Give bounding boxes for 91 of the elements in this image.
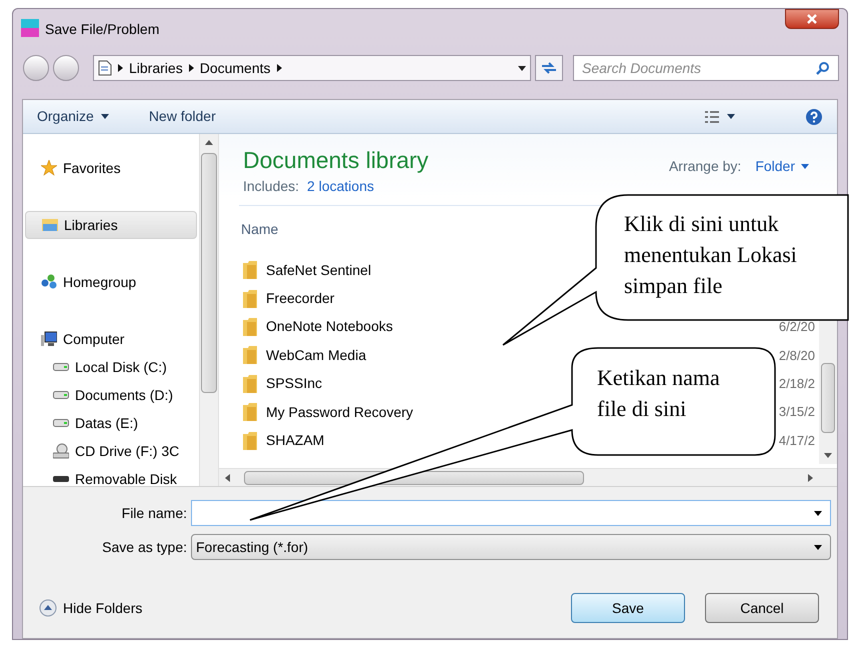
chevron-icon (276, 64, 282, 72)
folder-icon (243, 318, 257, 336)
breadcrumb[interactable]: Documents (200, 58, 271, 78)
dialog-button[interactable]: Cancel (705, 593, 819, 623)
callout-text: Ketikan nama file di sini (597, 364, 721, 423)
nav-item[interactable]: CD Drive (F:) 3C (23, 437, 199, 465)
date-modified: 2/18/2 (778, 375, 815, 393)
caret-icon (801, 164, 809, 169)
list-view-icon (705, 110, 719, 122)
chevron-icon (118, 64, 123, 72)
close-button[interactable] (785, 9, 839, 29)
caret-icon (727, 114, 735, 119)
app-logo-icon (21, 19, 39, 37)
date-modified: 2/8/20 (778, 346, 815, 365)
folder-name[interactable]: WebCam Media (266, 344, 366, 366)
library-title: Documents library (243, 146, 430, 174)
nav-scrollbar[interactable] (199, 134, 219, 486)
folder-icon (243, 374, 257, 393)
drive-icon (53, 419, 69, 427)
chevron-icon (188, 64, 194, 72)
toolbar-button[interactable]: New folder (148, 106, 216, 127)
search-field[interactable]: Search Documents (573, 55, 839, 81)
refresh-icon (541, 61, 557, 75)
toolbar-button[interactable]: Organize (37, 106, 109, 127)
file-name-field[interactable] (191, 500, 831, 526)
folder-name[interactable]: SHAZAM (266, 430, 324, 452)
folder-icon (243, 346, 257, 364)
scroll-right-icon[interactable] (808, 474, 813, 482)
disc-drive-icon (53, 443, 69, 459)
folder-icon (42, 217, 58, 233)
dropdown-value: Forecasting (*.for) (196, 538, 310, 557)
arrange-by-label: Arrange by: (668, 157, 742, 176)
folder-name[interactable]: SPSSInc (266, 373, 322, 394)
view-options-button[interactable] (705, 110, 735, 122)
search-input: Search Documents (582, 58, 816, 78)
folder-icon (243, 432, 257, 450)
folder-icon (243, 261, 257, 280)
caret-icon (814, 510, 822, 516)
collapse-icon (39, 599, 57, 617)
column-header[interactable]: Name (241, 221, 278, 237)
close-icon (807, 14, 817, 24)
folder-icon (243, 290, 257, 308)
caret-icon (100, 114, 109, 119)
forward-button[interactable] (53, 55, 79, 81)
dropdown-arrow-icon[interactable] (518, 66, 526, 70)
search-icon (816, 61, 830, 75)
includes-label: Includes: (243, 177, 300, 196)
address-field[interactable]: Libraries Documents (93, 55, 531, 81)
nav-item[interactable]: Libraries (25, 211, 197, 239)
hide-folders-button[interactable]: Hide Folders (39, 598, 571, 618)
callout-text: Klik di sini untuk menentukan Lokasi simpan file (624, 210, 798, 300)
horizontal-scrollbar[interactable] (219, 468, 837, 486)
drive-icon (53, 391, 69, 399)
nav-item[interactable]: Documents (D:) (23, 381, 199, 409)
nav-item[interactable]: Datas (E:) (23, 409, 199, 437)
back-button[interactable] (23, 55, 49, 81)
nav-item[interactable]: Removable Disk (23, 465, 199, 493)
save-as-type-dropdown[interactable]: Forecasting (*.for) (191, 534, 831, 560)
date-modified: 4/17/2 (778, 432, 815, 450)
folder-name[interactable]: OneNote Notebooks (266, 316, 393, 338)
network-icon (41, 274, 57, 290)
nav-item[interactable]: Computer (23, 325, 199, 353)
scroll-left-icon[interactable] (225, 474, 230, 482)
scroll-thumb[interactable] (201, 153, 217, 393)
nav-item[interactable]: Local Disk (C:) (23, 353, 199, 381)
caret-icon (814, 544, 822, 550)
scroll-down-icon[interactable] (824, 453, 832, 458)
dialog-button[interactable]: Save (571, 593, 685, 623)
help-icon[interactable] (805, 108, 823, 126)
file-name-label: File name: (120, 504, 187, 522)
scroll-up-icon[interactable] (205, 140, 213, 145)
refresh-button[interactable] (535, 55, 563, 81)
folder-name[interactable]: Freecorder (266, 288, 334, 310)
computer-icon (41, 331, 57, 347)
folder-name[interactable]: SafeNet Sentinel (266, 260, 372, 281)
breadcrumb[interactable]: Libraries (129, 58, 183, 78)
date-modified: 3/15/2 (778, 403, 815, 422)
date-modified: 6/2/20 (778, 318, 815, 336)
save-as-type-label: Save as type: (101, 538, 187, 557)
drive-icon (53, 475, 69, 483)
folder-icon (243, 403, 257, 422)
nav-item[interactable]: Favorites (23, 154, 199, 182)
arrange-by-dropdown[interactable]: Folder (755, 156, 809, 177)
document-icon (98, 60, 112, 76)
folder-name[interactable]: My Password Recovery (266, 402, 414, 423)
drive-icon (53, 363, 69, 371)
locations-link[interactable]: 2 locations (307, 176, 374, 197)
window-title: Save File/Problem (45, 20, 160, 39)
star-icon (41, 160, 57, 176)
vertical-scroll-thumb[interactable] (821, 363, 835, 433)
nav-item[interactable]: Homegroup (23, 268, 199, 296)
